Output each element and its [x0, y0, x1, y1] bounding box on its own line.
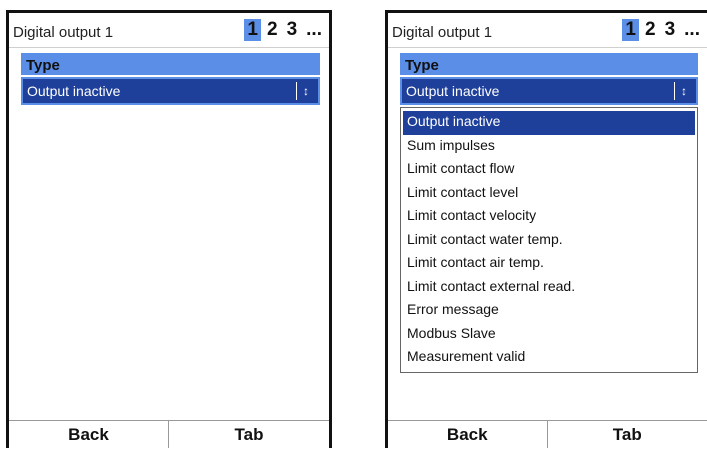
tab-button[interactable]: Tab [169, 421, 329, 448]
page-1[interactable]: 1 [622, 19, 639, 41]
up-down-arrow-icon: ↕ [674, 82, 693, 100]
screen-right: Digital output 1 1 2 3... Type Output inac… [385, 10, 707, 448]
page-2[interactable]: 2 [642, 19, 659, 41]
screen-title: Digital output 1 [13, 24, 114, 41]
type-select-value: Output inactive [27, 83, 121, 99]
screen-left: Digital output 1 1 2 3... Type Output inac… [6, 10, 332, 448]
option-limit-contact-flow[interactable]: Limit contact flow [403, 158, 695, 182]
page-more[interactable]: ... [303, 19, 325, 41]
title-bar: Digital output 1 1 2 3... [388, 13, 707, 48]
tab-button[interactable]: Tab [548, 421, 707, 448]
page-1[interactable]: 1 [244, 19, 261, 41]
page-indicator: 1 2 3... [241, 19, 325, 41]
option-output-inactive[interactable]: Output inactive [403, 111, 695, 135]
type-select[interactable]: Output inactive ↕ [400, 77, 698, 105]
option-limit-contact-external-read[interactable]: Limit contact external read. [403, 276, 695, 300]
softkey-bar: Back Tab [388, 420, 707, 448]
softkey-bar: Back Tab [9, 420, 329, 448]
option-limit-contact-water-temp[interactable]: Limit contact water temp. [403, 229, 695, 253]
type-select[interactable]: Output inactive ↕ [21, 77, 320, 105]
option-measurement-valid[interactable]: Measurement valid [403, 346, 695, 370]
option-limit-contact-air-temp[interactable]: Limit contact air temp. [403, 252, 695, 276]
page-3[interactable]: 3 [284, 19, 301, 41]
up-down-arrow-icon: ↕ [296, 82, 315, 100]
type-dropdown-list: Output inactive Sum impulses Limit conta… [400, 107, 698, 373]
option-modbus-slave[interactable]: Modbus Slave [403, 323, 695, 347]
back-button[interactable]: Back [388, 421, 548, 448]
title-bar: Digital output 1 1 2 3... [9, 13, 329, 48]
page-more[interactable]: ... [681, 19, 703, 41]
option-limit-contact-velocity[interactable]: Limit contact velocity [403, 205, 695, 229]
back-button[interactable]: Back [9, 421, 169, 448]
screen-title: Digital output 1 [392, 24, 493, 41]
type-group-header: Type [21, 53, 320, 75]
type-group-header: Type [400, 53, 698, 75]
page-3[interactable]: 3 [662, 19, 679, 41]
page-2[interactable]: 2 [264, 19, 281, 41]
page-indicator: 1 2 3... [619, 19, 703, 41]
type-select-value: Output inactive [406, 83, 500, 99]
option-limit-contact-level[interactable]: Limit contact level [403, 182, 695, 206]
option-error-message[interactable]: Error message [403, 299, 695, 323]
option-sum-impulses[interactable]: Sum impulses [403, 135, 695, 159]
